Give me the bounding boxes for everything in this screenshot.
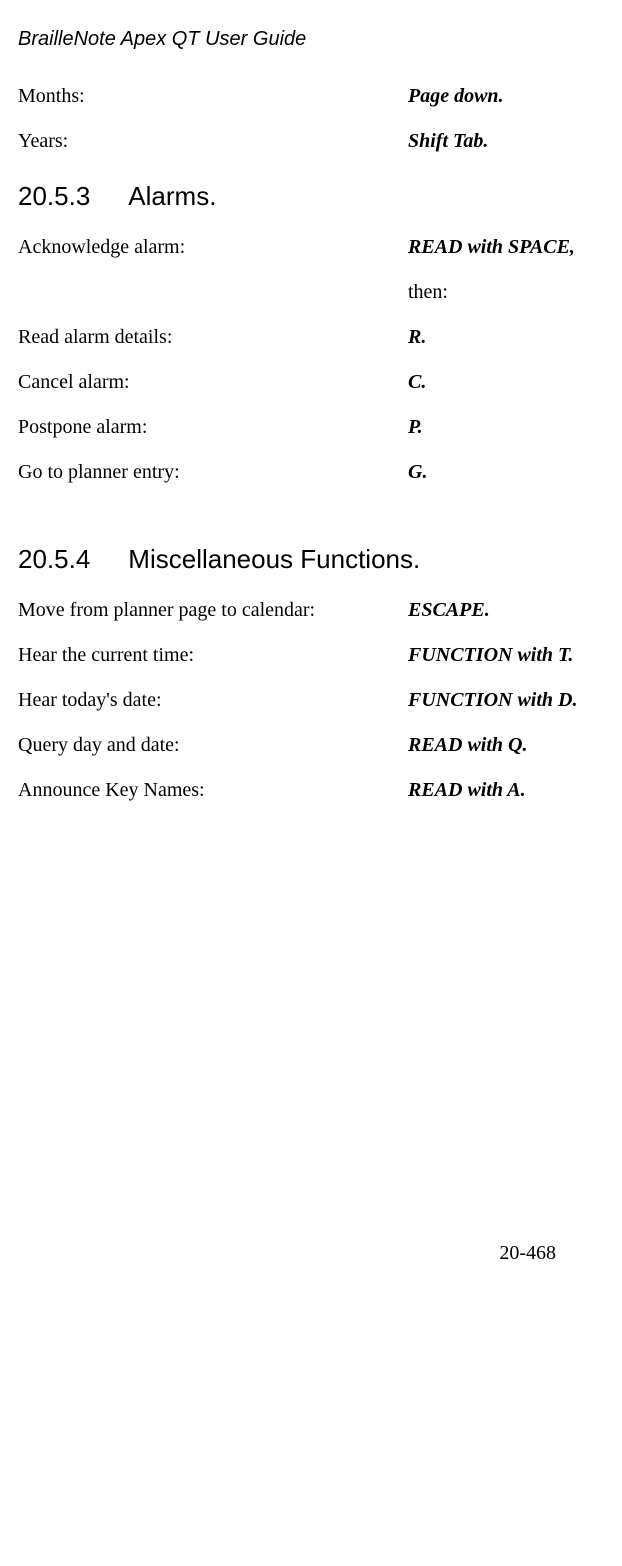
table-row: Read alarm details: R. — [18, 326, 604, 349]
row-label: Cancel alarm: — [18, 371, 408, 394]
row-value: G. — [408, 461, 604, 484]
table-row: Months: Page down. — [18, 85, 604, 108]
row-label: Years: — [18, 130, 408, 153]
row-value: P. — [408, 416, 604, 439]
row-label: Months: — [18, 85, 408, 108]
table-row: Go to planner entry: G. — [18, 461, 604, 484]
row-value: C. — [408, 371, 604, 394]
row-label: Move from planner page to calendar: — [18, 599, 408, 622]
row-value: READ with SPACE, — [408, 236, 604, 259]
row-label: Postpone alarm: — [18, 416, 408, 439]
document-header: BrailleNote Apex QT User Guide — [18, 28, 604, 51]
section-heading-misc: 20.5.4 Miscellaneous Functions. — [18, 544, 604, 575]
table-row: Hear the current time: FUNCTION with T. — [18, 644, 604, 667]
section-number: 20.5.4 — [18, 544, 90, 575]
row-label: Hear the current time: — [18, 644, 408, 667]
table-row: Postpone alarm: P. — [18, 416, 604, 439]
table-row: Cancel alarm: C. — [18, 371, 604, 394]
table-row: Query day and date: READ with Q. — [18, 734, 604, 757]
row-label: Read alarm details: — [18, 326, 408, 349]
section-title: Alarms. — [128, 181, 216, 211]
table-row: Move from planner page to calendar: ESCA… — [18, 599, 604, 622]
row-value: R. — [408, 326, 604, 349]
row-label: Go to planner entry: — [18, 461, 408, 484]
row-label: Acknowledge alarm: — [18, 236, 408, 259]
row-label: Query day and date: — [18, 734, 408, 757]
row-value: READ with Q. — [408, 734, 604, 757]
row-value: Shift Tab. — [408, 130, 604, 153]
table-row: then: — [18, 281, 604, 304]
row-label: Announce Key Names: — [18, 779, 408, 802]
table-row: Acknowledge alarm: READ with SPACE, — [18, 236, 604, 259]
row-value: FUNCTION with T. — [408, 644, 604, 667]
section-title: Miscellaneous Functions. — [128, 544, 420, 574]
section-number: 20.5.3 — [18, 181, 90, 212]
row-value: ESCAPE. — [408, 599, 604, 622]
row-label: Hear today's date: — [18, 689, 408, 712]
row-label — [18, 281, 408, 304]
row-value: FUNCTION with D. — [408, 689, 604, 712]
row-value: Page down. — [408, 85, 604, 108]
section-heading-alarms: 20.5.3 Alarms. — [18, 181, 604, 212]
row-value: then: — [408, 281, 604, 304]
table-row: Years: Shift Tab. — [18, 130, 604, 153]
page-number: 20-468 — [18, 1242, 604, 1265]
table-row: Announce Key Names: READ with A. — [18, 779, 604, 802]
table-row: Hear today's date: FUNCTION with D. — [18, 689, 604, 712]
row-value: READ with A. — [408, 779, 604, 802]
